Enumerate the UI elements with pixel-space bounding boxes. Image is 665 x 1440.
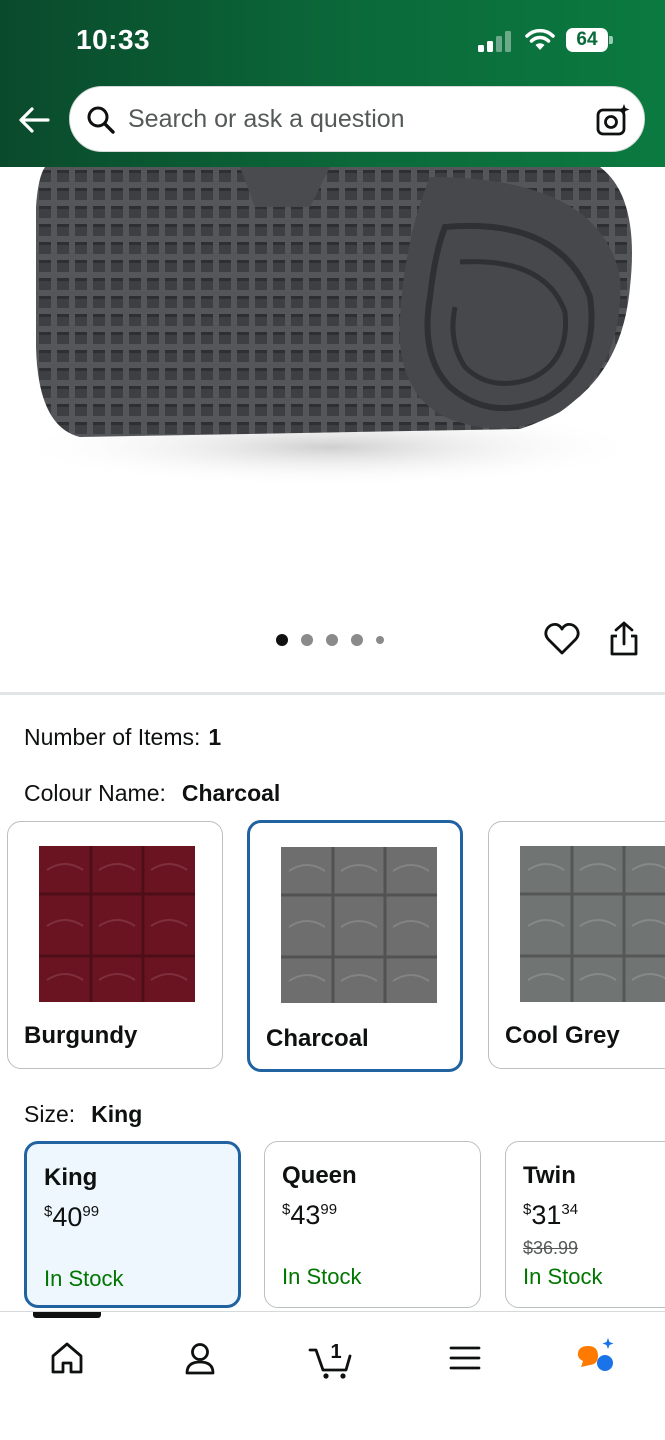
cart-icon[interactable]: 1: [302, 1328, 362, 1388]
size-option-name: Queen: [282, 1162, 357, 1189]
colour-swatch-label: Burgundy: [24, 1022, 138, 1049]
size-option-twin[interactable]: Twin $3134 $36.99 In Stock: [505, 1141, 665, 1308]
size-option-price: $4399: [282, 1200, 338, 1230]
cart-count: 1: [330, 1341, 341, 1363]
size-option-name: Twin: [523, 1162, 576, 1189]
search-bar[interactable]: [69, 86, 645, 152]
share-icon[interactable]: [606, 620, 642, 658]
cool-grey-swatch-image: [520, 846, 665, 1002]
page-dot[interactable]: [276, 634, 288, 646]
page-dot[interactable]: [326, 634, 338, 646]
app-header: 10:33 64: [0, 0, 665, 167]
folded-blanket-image: [10, 167, 650, 487]
battery-icon: 64: [566, 28, 614, 52]
wifi-icon: [525, 28, 555, 50]
page-dot[interactable]: [376, 636, 384, 644]
size-option-stock: In Stock: [282, 1264, 362, 1289]
number-of-items-value: 1: [208, 724, 222, 750]
colour-name-label: Colour Name:: [24, 780, 166, 806]
number-of-items-row: Number of Items: 1: [24, 724, 221, 751]
colour-name-value: Charcoal: [181, 780, 281, 806]
page-dot[interactable]: [301, 634, 313, 646]
number-of-items-label: Number of Items:: [24, 724, 201, 750]
size-option-list-price: $36.99: [523, 1238, 579, 1258]
colour-swatch-charcoal[interactable]: Charcoal: [247, 820, 463, 1072]
section-divider: [0, 692, 665, 695]
charcoal-swatch-image: [281, 847, 437, 1003]
size-row: Size: King: [24, 1101, 142, 1128]
size-label: Size:: [24, 1101, 76, 1127]
search-icon: [87, 106, 115, 134]
cellular-signal-icon: [478, 30, 514, 52]
home-icon[interactable]: [37, 1328, 97, 1388]
status-time: 10:33: [76, 24, 151, 55]
assistant-icon[interactable]: [568, 1328, 628, 1388]
size-option-king[interactable]: King $4099 In Stock: [24, 1141, 241, 1308]
back-arrow-icon[interactable]: [16, 102, 52, 138]
account-icon[interactable]: [170, 1328, 230, 1388]
size-option-queen[interactable]: Queen $4399 In Stock: [264, 1141, 481, 1308]
colour-swatch-label: Cool Grey: [505, 1022, 620, 1049]
size-value: King: [91, 1101, 143, 1127]
burgundy-swatch-image: [39, 846, 195, 1002]
colour-name-row: Colour Name: Charcoal: [24, 780, 280, 807]
size-option-price: $3134: [523, 1200, 579, 1230]
size-option-name: King: [44, 1164, 98, 1191]
image-pagination[interactable]: [276, 633, 384, 647]
colour-swatch-label: Charcoal: [266, 1025, 369, 1052]
size-option-stock: In Stock: [44, 1266, 124, 1291]
colour-swatch-cool-grey[interactable]: Cool Grey: [488, 821, 665, 1069]
search-input[interactable]: [128, 87, 588, 151]
page-dot[interactable]: [351, 634, 363, 646]
battery-level: 64: [566, 28, 608, 52]
size-option-price: $4099: [44, 1202, 100, 1232]
colour-swatch-burgundy[interactable]: Burgundy: [7, 821, 223, 1069]
camera-icon[interactable]: [595, 102, 631, 138]
bottom-navigation: 1: [0, 1311, 665, 1440]
heart-icon[interactable]: [543, 620, 581, 658]
menu-icon[interactable]: [435, 1328, 495, 1388]
size-option-stock: In Stock: [523, 1264, 603, 1289]
product-image[interactable]: [0, 167, 665, 607]
active-tab-indicator: [33, 1312, 101, 1318]
